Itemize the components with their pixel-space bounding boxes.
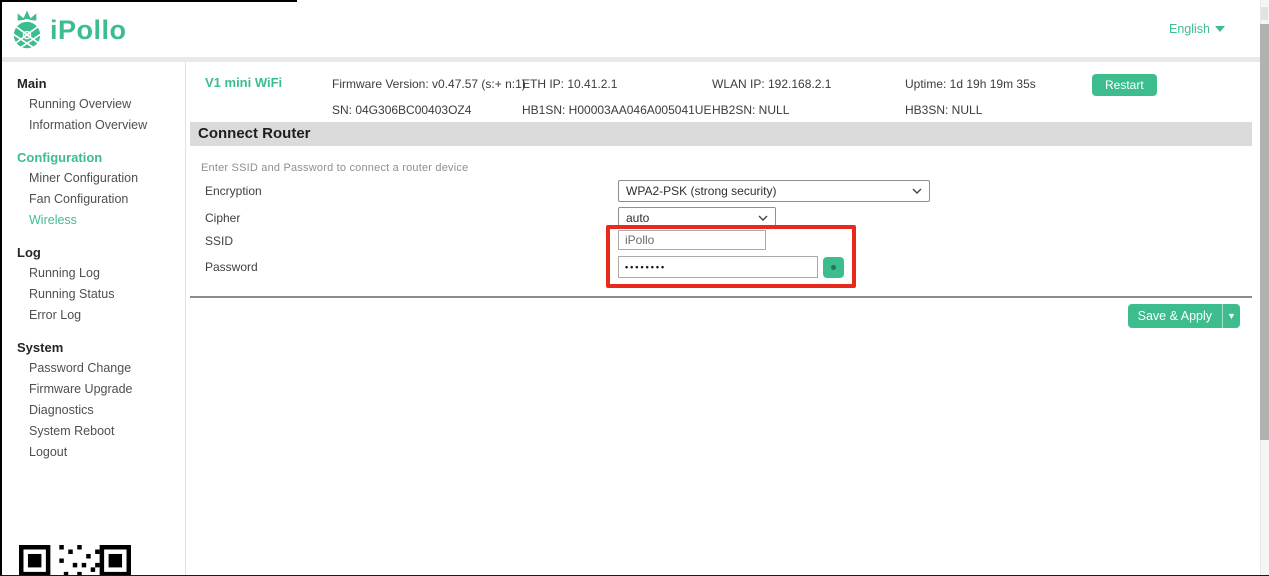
content-divider: [190, 296, 1252, 298]
sidebar-item-error-log[interactable]: Error Log: [0, 305, 185, 326]
top-header: iPollo English: [0, 0, 1269, 62]
cipher-selected-value: auto: [626, 211, 649, 225]
vertical-scrollbar: [1260, 0, 1269, 576]
ssid-label: SSID: [205, 234, 233, 248]
select-chevron-icon: [758, 215, 768, 221]
sidebar-section-system: System Password Change Firmware Upgrade …: [0, 337, 185, 463]
encryption-selected-value: WPA2-PSK (strong security): [626, 184, 776, 198]
eth-ip: ETH IP: 10.41.2.1: [522, 77, 617, 91]
sidebar-item-firmware-upgrade[interactable]: Firmware Upgrade: [0, 379, 185, 400]
sidebar-item-diagnostics[interactable]: Diagnostics: [0, 400, 185, 421]
encryption-label: Encryption: [205, 184, 262, 198]
hb3-serial: HB3SN: NULL: [905, 103, 982, 117]
window-border-left: [0, 0, 2, 576]
qr-code: [19, 545, 131, 576]
qr-finder-top-left: [19, 545, 50, 576]
device-model: V1 mini WiFi: [205, 75, 282, 90]
sidebar-section-main: Main Running Overview Information Overvi…: [0, 73, 185, 136]
qr-finder-top-right: [100, 545, 131, 576]
pineapple-logo-icon: [10, 9, 44, 51]
cipher-label: Cipher: [205, 211, 240, 225]
firmware-version: Firmware Version: v0.47.57 (s:+ n:1): [332, 77, 526, 91]
sidebar-nav: Main Running Overview Information Overvi…: [0, 62, 186, 576]
sidebar-section-configuration: Configuration Miner Configuration Fan Co…: [0, 147, 185, 231]
eye-dot-icon: [831, 265, 836, 270]
ssid-input[interactable]: [618, 230, 766, 250]
wlan-ip: WLAN IP: 192.168.2.1: [712, 77, 831, 91]
cipher-select[interactable]: auto: [618, 207, 776, 229]
language-label: English: [1169, 22, 1210, 36]
sidebar-item-running-status[interactable]: Running Status: [0, 284, 185, 305]
sidebar-item-wireless[interactable]: Wireless: [0, 210, 185, 231]
sidebar-item-password-change[interactable]: Password Change: [0, 358, 185, 379]
sidebar-item-system-reboot[interactable]: System Reboot: [0, 421, 185, 442]
chevron-down-icon: [1215, 26, 1225, 32]
password-label: Password: [205, 260, 258, 274]
brand-logo[interactable]: iPollo: [10, 9, 127, 51]
restart-button[interactable]: Restart: [1092, 74, 1157, 96]
sidebar-heading-system: System: [0, 337, 185, 358]
language-selector[interactable]: English: [1169, 22, 1225, 36]
section-description: Enter SSID and Password to connect a rou…: [201, 162, 468, 174]
uptime: Uptime: 1d 19h 19m 35s: [905, 77, 1036, 91]
sidebar-item-running-log[interactable]: Running Log: [0, 263, 185, 284]
save-apply-button[interactable]: Save & Apply: [1128, 304, 1222, 328]
sidebar-item-information-overview[interactable]: Information Overview: [0, 115, 185, 136]
sidebar-item-miner-configuration[interactable]: Miner Configuration: [0, 168, 185, 189]
sidebar-section-log: Log Running Log Running Status Error Log: [0, 242, 185, 326]
save-apply-dropdown-button[interactable]: ▼: [1222, 304, 1240, 328]
select-chevron-icon: [912, 188, 922, 194]
ipollo-web-ui: iPollo English Main Running Overview Inf…: [0, 0, 1269, 576]
serial-number: SN: 04G306BC00403OZ4: [332, 103, 471, 117]
save-apply-split-button: Save & Apply ▼: [1128, 304, 1240, 328]
sidebar-heading-main: Main: [0, 73, 185, 94]
window-border-top: [0, 0, 297, 2]
sidebar-item-logout[interactable]: Logout: [0, 442, 185, 463]
show-password-button[interactable]: [823, 257, 844, 278]
sidebar-heading-configuration: Configuration: [0, 147, 185, 168]
hb2-serial: HB2SN: NULL: [712, 103, 789, 117]
sidebar-item-running-overview[interactable]: Running Overview: [0, 94, 185, 115]
hb1-serial: HB1SN: H00003AA046A005041UE: [522, 103, 711, 117]
sidebar-item-fan-configuration[interactable]: Fan Configuration: [0, 189, 185, 210]
brand-name: iPollo: [50, 15, 127, 46]
scrollbar-up-arrow[interactable]: [1261, 7, 1268, 20]
section-title-bar: Connect Router: [190, 122, 1252, 146]
main-content: V1 mini WiFi Firmware Version: v0.47.57 …: [186, 62, 1260, 576]
encryption-select[interactable]: WPA2-PSK (strong security): [618, 180, 930, 202]
scrollbar-thumb[interactable]: [1260, 24, 1269, 440]
sidebar-heading-log: Log: [0, 242, 185, 263]
password-input[interactable]: [618, 256, 818, 278]
